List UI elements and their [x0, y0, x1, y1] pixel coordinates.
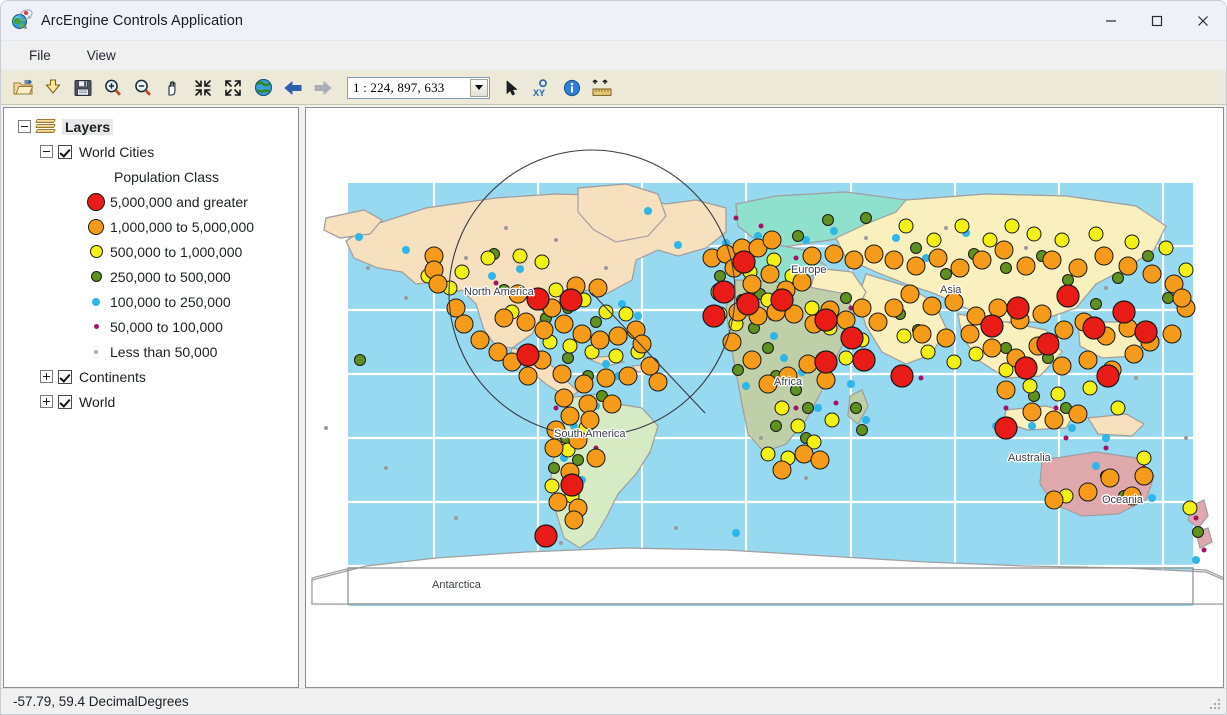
layer-visibility-checkbox[interactable] [58, 394, 72, 409]
toolbar: 1 : 224, 897, 633 XY [1, 71, 1226, 105]
legend-label: 1,000,000 to 5,000,000 [110, 218, 255, 235]
population-symbol-7 [94, 349, 98, 354]
layer-visibility-checkbox[interactable] [58, 369, 72, 384]
legend-item[interactable]: 1,000,000 to 5,000,000 [10, 214, 298, 239]
legend-heading-label: Population Class [114, 168, 220, 185]
toc-layer-continents[interactable]: Continents [10, 364, 298, 389]
go-to-xy-icon[interactable]: XY [528, 74, 556, 102]
info-identify-icon[interactable] [558, 74, 586, 102]
legend-item[interactable]: 100,000 to 250,000 [10, 289, 298, 314]
legend-item[interactable]: 50,000 to 100,000 [10, 314, 298, 339]
layer-label: World Cities [79, 143, 155, 160]
toc-root-label: Layers [62, 118, 114, 135]
legend-symbol-wrap [82, 324, 110, 329]
map-canvas[interactable]: North America South America Europe Asia … [306, 108, 1223, 687]
population-symbol-6 [93, 324, 99, 329]
resize-grip-icon[interactable] [1208, 697, 1222, 711]
chevron-down-icon[interactable] [470, 78, 488, 97]
map-scale-value: 1 : 224, 897, 633 [353, 79, 445, 95]
map-control[interactable]: North America South America Europe Asia … [305, 107, 1224, 688]
fixed-zoom-in-button[interactable] [189, 74, 217, 102]
legend-symbol-wrap [82, 297, 110, 306]
maximize-button[interactable] [1134, 1, 1180, 40]
legend-label: 500,000 to 1,000,000 [110, 243, 243, 260]
svg-text:XY: XY [533, 88, 545, 98]
legend-label: 100,000 to 250,000 [110, 293, 231, 310]
menu-bar: File View [1, 41, 1226, 71]
layers-stack-icon [35, 119, 56, 134]
back-extent-button[interactable] [279, 74, 307, 102]
layer-label: World [79, 393, 116, 410]
legend-item[interactable]: Less than 50,000 [10, 339, 298, 364]
map-svg [311, 149, 1223, 606]
legend-symbol-wrap [82, 218, 110, 235]
status-coordinates: -57.79, 59.4 DecimalDegrees [13, 694, 189, 709]
legend-item[interactable]: 500,000 to 1,000,000 [10, 239, 298, 264]
status-bar: -57.79, 59.4 DecimalDegrees [1, 688, 1226, 714]
legend-symbol-wrap [82, 245, 110, 258]
toc-root-layers[interactable]: Layers [10, 114, 298, 139]
menu-file[interactable]: File [17, 44, 63, 67]
population-symbol-1 [87, 192, 105, 211]
forward-extent-button[interactable] [309, 74, 337, 102]
population-symbol-3 [89, 245, 103, 258]
legend-label: 5,000,000 and greater [110, 193, 248, 210]
expand-icon[interactable] [40, 395, 53, 408]
zoom-in-button[interactable] [99, 74, 127, 102]
legend-label: Less than 50,000 [110, 343, 218, 360]
fixed-zoom-out-button[interactable] [219, 74, 247, 102]
globe-icon [11, 6, 35, 32]
legend-heading-population-class: Population Class [10, 164, 298, 189]
population-symbol-5 [92, 297, 100, 306]
title-bar: ArcEngine Controls Application [1, 1, 1226, 41]
add-data-button[interactable] [39, 74, 67, 102]
menu-view[interactable]: View [75, 44, 128, 67]
main-content: Layers World Cities Population Class 5,0… [1, 105, 1226, 688]
toc-layer-world[interactable]: World [10, 389, 298, 414]
expand-icon[interactable] [40, 370, 53, 383]
save-button[interactable] [69, 74, 97, 102]
pan-button[interactable] [159, 74, 187, 102]
layer-visibility-checkbox[interactable] [58, 144, 72, 159]
window-title: ArcEngine Controls Application [41, 12, 244, 29]
select-button[interactable] [498, 74, 526, 102]
full-extent-button[interactable] [249, 74, 277, 102]
legend-label: 50,000 to 100,000 [110, 318, 223, 335]
toc-layer-world-cities[interactable]: World Cities [10, 139, 298, 164]
zoom-out-button[interactable] [129, 74, 157, 102]
minimize-button[interactable] [1088, 1, 1134, 40]
map-scale-combobox[interactable]: 1 : 224, 897, 633 [347, 76, 490, 99]
close-button[interactable] [1180, 1, 1226, 40]
table-of-contents-panel[interactable]: Layers World Cities Population Class 5,0… [3, 107, 299, 688]
legend-item[interactable]: 5,000,000 and greater [10, 189, 298, 214]
legend-symbol-wrap [82, 349, 110, 354]
layer-label: Continents [79, 368, 146, 385]
open-document-button[interactable] [9, 74, 37, 102]
legend-label: 250,000 to 500,000 [110, 268, 231, 285]
population-symbol-2 [88, 218, 104, 235]
population-symbol-4 [90, 271, 102, 282]
collapse-icon[interactable] [40, 145, 53, 158]
layers-tree: Layers World Cities Population Class 5,0… [4, 108, 298, 414]
measure-ruler-icon[interactable] [588, 74, 616, 102]
application-window: ArcEngine Controls Application File View [0, 0, 1227, 715]
collapse-icon[interactable] [18, 120, 31, 133]
window-controls [1088, 1, 1226, 40]
legend-item[interactable]: 250,000 to 500,000 [10, 264, 298, 289]
legend-symbol-wrap [82, 192, 110, 211]
legend-symbol-wrap [82, 271, 110, 282]
